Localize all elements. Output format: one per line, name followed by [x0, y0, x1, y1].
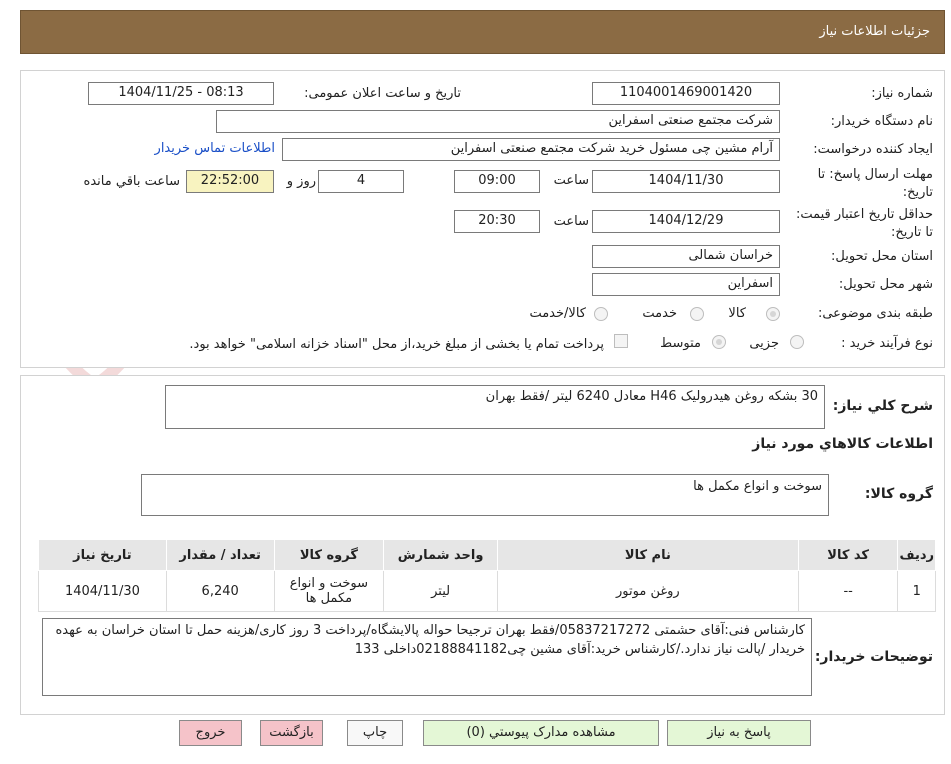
process-partial-radio[interactable] [790, 335, 804, 349]
col-unit: واحد شمارش [383, 539, 498, 571]
validity-time-field: 20:30 [454, 210, 540, 233]
days-remaining-field: 4 [318, 170, 404, 193]
buyer-org-field: شرکت مجتمع صنعتی اسفراین [216, 110, 780, 133]
goods-group-field: سوخت و انواع مکمل ها [141, 474, 829, 516]
announce-datetime-field: 1404/11/25 - 08:13 [88, 82, 274, 105]
requester-label: ایجاد کننده درخواست: [813, 142, 933, 157]
process-medium-radio[interactable] [712, 335, 726, 349]
category-goods-service-radio[interactable] [594, 307, 608, 321]
price-validity-label: حداقل تاریخ اعتبار قیمت: تا تاریخ: [795, 207, 933, 240]
validity-date-field: 1404/12/29 [592, 210, 780, 233]
deadline-time-label: ساعت [553, 173, 589, 188]
cell-row-number: 1 [897, 570, 936, 612]
city-field: اسفراین [592, 273, 780, 296]
validity-time-label: ساعت [553, 214, 589, 229]
back-button[interactable]: بازگشت [260, 720, 323, 746]
table-header-row: ردیف کد کالا نام کالا واحد شمارش گروه کا… [38, 539, 936, 571]
cell-item-code: -- [797, 570, 899, 612]
buyer-org-label: نام دستگاه خریدار: [830, 114, 933, 129]
category-service-label: خدمت [642, 306, 677, 321]
items-table: ردیف کد کالا نام کالا واحد شمارش گروه کا… [38, 539, 936, 612]
remaining-time-label: ساعت باقي مانده [83, 174, 180, 189]
need-number-label: شماره نیاز: [871, 86, 933, 101]
col-goods-group: گروه کالا [273, 539, 385, 571]
cell-need-date: 1404/11/30 [38, 570, 167, 612]
deadline-date-field: 1404/11/30 [592, 170, 780, 193]
category-label: طبقه بندی موضوعی: [817, 306, 933, 321]
buyer-notes-textarea[interactable]: کارشناس فنی:آقای حشمتی 05837217272/فقط ب… [42, 618, 812, 696]
table-row: 1 -- روغن موتور لیتر سوخت و انواع مکمل ه… [38, 570, 936, 612]
process-type-label: نوع فرآیند خرید : [841, 336, 933, 351]
col-item-name: نام کالا [496, 539, 799, 571]
summary-textarea[interactable]: 30 بشکه روغن هیدرولیک H46 معادل 6240 لیت… [165, 385, 825, 429]
deadline-label: مهلت ارسال پاسخ: تا تاریخ: [817, 167, 933, 200]
treasury-payment-note: پرداخت تمام یا بخشی از مبلغ خرید،از محل … [189, 337, 604, 352]
category-service-radio[interactable] [690, 307, 704, 321]
col-quantity: تعداد / مقدار [165, 539, 275, 571]
requester-field: آرام مشین چی مسئول خرید شرکت مجتمع صنعتی… [282, 138, 780, 161]
exit-button[interactable]: خروج [179, 720, 242, 746]
summary-label: شرح کلي نياز: [832, 398, 933, 414]
print-button[interactable]: چاپ [347, 720, 403, 746]
need-number-field: 1104001469001420 [592, 82, 780, 105]
days-label: روز و [286, 174, 316, 189]
category-goods-label: کالا [728, 306, 746, 321]
buyer-contact-link[interactable]: اطلاعات تماس خریدار [155, 141, 275, 156]
announce-label: تاریخ و ساعت اعلان عمومی: [304, 86, 461, 101]
cell-quantity: 6,240 [165, 570, 275, 612]
reply-button[interactable]: پاسخ به نیاز [667, 720, 811, 746]
goods-info-title: اطلاعات کالاهاي مورد نياز [752, 436, 933, 452]
category-goods-radio[interactable] [766, 307, 780, 321]
page-title: جزئیات اطلاعات نیاز [819, 24, 930, 39]
view-attachments-button[interactable]: مشاهده مدارک پیوستي (0) [423, 720, 659, 746]
city-label: شهر محل تحویل: [838, 277, 933, 292]
process-partial-label: جزیی [749, 336, 779, 351]
cell-item-name: روغن موتور [496, 570, 799, 612]
col-item-code: کد کالا [797, 539, 899, 571]
province-label: استان محل تحویل: [831, 249, 933, 264]
page-header: جزئیات اطلاعات نیاز [20, 10, 945, 54]
col-row-number: ردیف [897, 539, 936, 571]
treasury-payment-checkbox[interactable] [614, 334, 628, 348]
cell-unit: لیتر [383, 570, 498, 612]
process-medium-label: متوسط [660, 336, 701, 351]
col-need-date: تاریخ نیاز [38, 539, 167, 571]
goods-group-label: گروه کالا: [864, 486, 933, 502]
remaining-time-field: 22:52:00 [186, 170, 274, 193]
cell-goods-group: سوخت و انواع مکمل ها [273, 570, 385, 612]
province-field: خراسان شمالی [592, 245, 780, 268]
buyer-notes-label: توضیحات خریدار: [814, 649, 933, 665]
category-goods-service-label: کالا/خدمت [529, 306, 586, 321]
deadline-time-field: 09:00 [454, 170, 540, 193]
